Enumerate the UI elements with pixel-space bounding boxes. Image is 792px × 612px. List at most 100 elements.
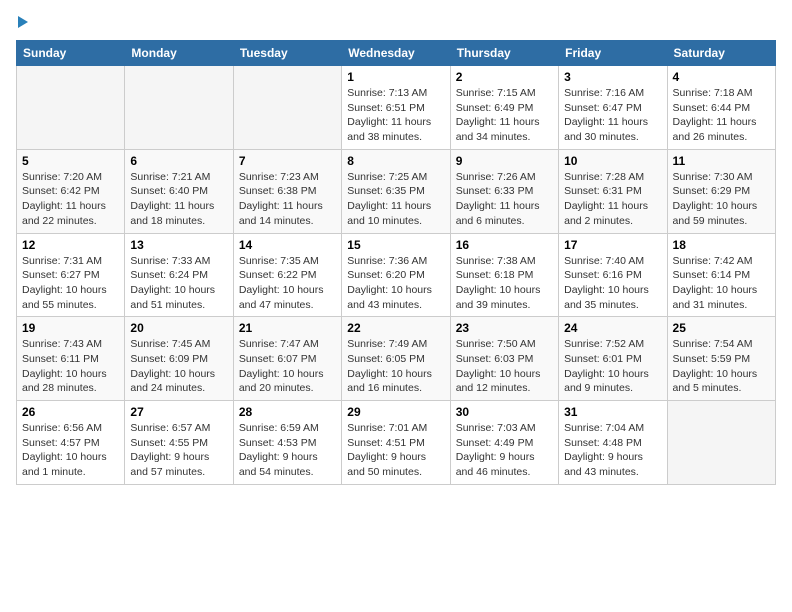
calendar-day: 9 Sunrise: 7:26 AM Sunset: 6:33 PM Daylig… bbox=[450, 149, 558, 233]
calendar-day: 7Sunrise: 7:23 AM Sunset: 6:38 PM Daylig… bbox=[233, 149, 341, 233]
calendar-day: 5Sunrise: 7:20 AM Sunset: 6:42 PM Daylig… bbox=[17, 149, 125, 233]
column-header-friday: Friday bbox=[559, 41, 667, 66]
day-number: 7 bbox=[239, 154, 336, 168]
day-number: 18 bbox=[673, 238, 770, 252]
calendar-day: 15 Sunrise: 7:36 AM Sunset: 6:20 PM Dayli… bbox=[342, 233, 450, 317]
day-info: Sunrise: 7:36 AM Sunset: 6:20 PM Dayligh… bbox=[347, 254, 444, 313]
day-number: 24 bbox=[564, 321, 661, 335]
calendar-day: 8 Sunrise: 7:25 AM Sunset: 6:35 PM Daylig… bbox=[342, 149, 450, 233]
calendar-day bbox=[125, 66, 233, 150]
logo-arrow-icon bbox=[18, 16, 28, 28]
day-number: 4 bbox=[673, 70, 770, 84]
day-number: 29 bbox=[347, 405, 444, 419]
day-number: 21 bbox=[239, 321, 336, 335]
column-header-monday: Monday bbox=[125, 41, 233, 66]
day-info: Sunrise: 7:42 AM Sunset: 6:14 PM Dayligh… bbox=[673, 254, 770, 313]
day-number: 25 bbox=[673, 321, 770, 335]
day-info: Sunrise: 7:18 AM Sunset: 6:44 PM Dayligh… bbox=[673, 86, 770, 145]
day-info: Sunrise: 7:35 AM Sunset: 6:22 PM Dayligh… bbox=[239, 254, 336, 313]
calendar-day: 22Sunrise: 7:49 AM Sunset: 6:05 PM Dayli… bbox=[342, 317, 450, 401]
calendar-week-row: 1 Sunrise: 7:13 AM Sunset: 6:51 PM Daylig… bbox=[17, 66, 776, 150]
calendar-day: 11 Sunrise: 7:30 AM Sunset: 6:29 PM Dayli… bbox=[667, 149, 775, 233]
calendar-day: 13Sunrise: 7:33 AM Sunset: 6:24 PM Dayli… bbox=[125, 233, 233, 317]
calendar-day: 19Sunrise: 7:43 AM Sunset: 6:11 PM Dayli… bbox=[17, 317, 125, 401]
calendar-day: 4 Sunrise: 7:18 AM Sunset: 6:44 PM Daylig… bbox=[667, 66, 775, 150]
day-number: 23 bbox=[456, 321, 553, 335]
day-info: Sunrise: 7:38 AM Sunset: 6:18 PM Dayligh… bbox=[456, 254, 553, 313]
day-number: 9 bbox=[456, 154, 553, 168]
calendar-day: 18 Sunrise: 7:42 AM Sunset: 6:14 PM Dayli… bbox=[667, 233, 775, 317]
calendar-day: 25 Sunrise: 7:54 AM Sunset: 5:59 PM Dayli… bbox=[667, 317, 775, 401]
calendar-day: 3 Sunrise: 7:16 AM Sunset: 6:47 PM Daylig… bbox=[559, 66, 667, 150]
day-number: 19 bbox=[22, 321, 119, 335]
day-info: Sunrise: 7:04 AM Sunset: 4:48 PM Dayligh… bbox=[564, 421, 661, 480]
calendar-day: 20 Sunrise: 7:45 AM Sunset: 6:09 PM Dayli… bbox=[125, 317, 233, 401]
day-number: 6 bbox=[130, 154, 227, 168]
calendar-day: 2 Sunrise: 7:15 AM Sunset: 6:49 PM Daylig… bbox=[450, 66, 558, 150]
day-info: Sunrise: 7:45 AM Sunset: 6:09 PM Dayligh… bbox=[130, 337, 227, 396]
calendar-week-row: 19Sunrise: 7:43 AM Sunset: 6:11 PM Dayli… bbox=[17, 317, 776, 401]
day-number: 26 bbox=[22, 405, 119, 419]
day-info: Sunrise: 7:28 AM Sunset: 6:31 PM Dayligh… bbox=[564, 170, 661, 229]
day-info: Sunrise: 7:50 AM Sunset: 6:03 PM Dayligh… bbox=[456, 337, 553, 396]
day-number: 14 bbox=[239, 238, 336, 252]
calendar-day: 24 Sunrise: 7:52 AM Sunset: 6:01 PM Dayli… bbox=[559, 317, 667, 401]
logo bbox=[16, 16, 28, 28]
day-info: Sunrise: 7:54 AM Sunset: 5:59 PM Dayligh… bbox=[673, 337, 770, 396]
calendar-day: 23 Sunrise: 7:50 AM Sunset: 6:03 PM Dayli… bbox=[450, 317, 558, 401]
calendar-day: 30Sunrise: 7:03 AM Sunset: 4:49 PM Dayli… bbox=[450, 401, 558, 485]
day-number: 8 bbox=[347, 154, 444, 168]
day-number: 3 bbox=[564, 70, 661, 84]
day-info: Sunrise: 7:15 AM Sunset: 6:49 PM Dayligh… bbox=[456, 86, 553, 145]
day-number: 11 bbox=[673, 154, 770, 168]
calendar-week-row: 5Sunrise: 7:20 AM Sunset: 6:42 PM Daylig… bbox=[17, 149, 776, 233]
day-info: Sunrise: 7:52 AM Sunset: 6:01 PM Dayligh… bbox=[564, 337, 661, 396]
day-info: Sunrise: 7:16 AM Sunset: 6:47 PM Dayligh… bbox=[564, 86, 661, 145]
day-info: Sunrise: 7:01 AM Sunset: 4:51 PM Dayligh… bbox=[347, 421, 444, 480]
day-info: Sunrise: 7:20 AM Sunset: 6:42 PM Dayligh… bbox=[22, 170, 119, 229]
calendar-day: 31 Sunrise: 7:04 AM Sunset: 4:48 PM Dayli… bbox=[559, 401, 667, 485]
day-info: Sunrise: 7:31 AM Sunset: 6:27 PM Dayligh… bbox=[22, 254, 119, 313]
day-info: Sunrise: 7:26 AM Sunset: 6:33 PM Dayligh… bbox=[456, 170, 553, 229]
calendar-day bbox=[667, 401, 775, 485]
calendar-day: 10 Sunrise: 7:28 AM Sunset: 6:31 PM Dayli… bbox=[559, 149, 667, 233]
calendar-day: 6 Sunrise: 7:21 AM Sunset: 6:40 PM Daylig… bbox=[125, 149, 233, 233]
day-number: 10 bbox=[564, 154, 661, 168]
day-info: Sunrise: 6:59 AM Sunset: 4:53 PM Dayligh… bbox=[239, 421, 336, 480]
calendar-day: 14 Sunrise: 7:35 AM Sunset: 6:22 PM Dayli… bbox=[233, 233, 341, 317]
day-number: 1 bbox=[347, 70, 444, 84]
calendar-day: 27 Sunrise: 6:57 AM Sunset: 4:55 PM Dayli… bbox=[125, 401, 233, 485]
day-number: 16 bbox=[456, 238, 553, 252]
day-number: 15 bbox=[347, 238, 444, 252]
column-header-thursday: Thursday bbox=[450, 41, 558, 66]
calendar-table: SundayMondayTuesdayWednesdayThursdayFrid… bbox=[16, 40, 776, 485]
day-info: Sunrise: 7:30 AM Sunset: 6:29 PM Dayligh… bbox=[673, 170, 770, 229]
day-number: 20 bbox=[130, 321, 227, 335]
calendar-day: 16 Sunrise: 7:38 AM Sunset: 6:18 PM Dayli… bbox=[450, 233, 558, 317]
calendar-day bbox=[233, 66, 341, 150]
day-info: Sunrise: 7:13 AM Sunset: 6:51 PM Dayligh… bbox=[347, 86, 444, 145]
calendar-day: 28 Sunrise: 6:59 AM Sunset: 4:53 PM Dayli… bbox=[233, 401, 341, 485]
calendar-day: 1 Sunrise: 7:13 AM Sunset: 6:51 PM Daylig… bbox=[342, 66, 450, 150]
day-info: Sunrise: 6:57 AM Sunset: 4:55 PM Dayligh… bbox=[130, 421, 227, 480]
day-number: 13 bbox=[130, 238, 227, 252]
page-header bbox=[16, 16, 776, 28]
calendar-header-row: SundayMondayTuesdayWednesdayThursdayFrid… bbox=[17, 41, 776, 66]
day-info: Sunrise: 7:25 AM Sunset: 6:35 PM Dayligh… bbox=[347, 170, 444, 229]
day-number: 12 bbox=[22, 238, 119, 252]
day-info: Sunrise: 7:21 AM Sunset: 6:40 PM Dayligh… bbox=[130, 170, 227, 229]
day-info: Sunrise: 6:56 AM Sunset: 4:57 PM Dayligh… bbox=[22, 421, 119, 480]
day-info: Sunrise: 7:40 AM Sunset: 6:16 PM Dayligh… bbox=[564, 254, 661, 313]
calendar-day: 12 Sunrise: 7:31 AM Sunset: 6:27 PM Dayli… bbox=[17, 233, 125, 317]
calendar-day: 21Sunrise: 7:47 AM Sunset: 6:07 PM Dayli… bbox=[233, 317, 341, 401]
calendar-day: 26 Sunrise: 6:56 AM Sunset: 4:57 PM Dayli… bbox=[17, 401, 125, 485]
column-header-tuesday: Tuesday bbox=[233, 41, 341, 66]
day-number: 2 bbox=[456, 70, 553, 84]
day-number: 27 bbox=[130, 405, 227, 419]
day-number: 31 bbox=[564, 405, 661, 419]
column-header-wednesday: Wednesday bbox=[342, 41, 450, 66]
day-number: 28 bbox=[239, 405, 336, 419]
day-number: 17 bbox=[564, 238, 661, 252]
day-info: Sunrise: 7:49 AM Sunset: 6:05 PM Dayligh… bbox=[347, 337, 444, 396]
calendar-week-row: 26 Sunrise: 6:56 AM Sunset: 4:57 PM Dayli… bbox=[17, 401, 776, 485]
